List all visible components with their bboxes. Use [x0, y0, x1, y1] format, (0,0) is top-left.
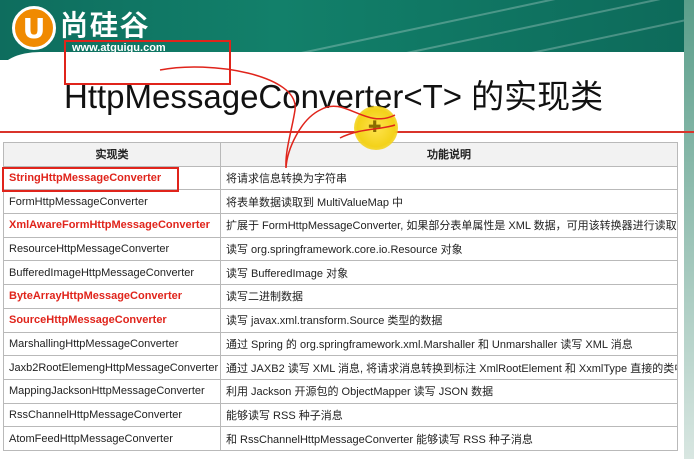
table-row: AtomFeedHttpMessageConverter 和 RssChannel… — [3, 426, 678, 451]
table-row: BufferedImageHttpMessageConverter 读写 Buff… — [3, 260, 678, 286]
converter-description-cell: 利用 Jackson 开源包的 ObjectMapper 读写 JSON 数据 — [220, 378, 678, 404]
logo-name: 尚硅谷 — [60, 9, 151, 42]
converter-class-cell: RssChannelHttpMessageConverter — [3, 402, 221, 428]
logo-url: www.atguigu.com — [72, 42, 166, 54]
table-row: SourceHttpMessageConverter 读写 javax.xml.t… — [3, 307, 678, 333]
converter-class-cell: XmlAwareFormHttpMessageConverter — [3, 213, 221, 238]
cursor-highlight-icon: ✚ — [354, 106, 398, 150]
converter-description-cell: 读写 org.springframework.core.io.Resource … — [220, 236, 678, 262]
converter-class-cell: BufferedImageHttpMessageConverter — [3, 260, 221, 286]
crosshair-icon: ✚ — [368, 117, 382, 136]
table-row: ResourceHttpMessageConverter 读写 org.sprin… — [3, 236, 678, 262]
column-header: 实现类 — [3, 142, 221, 167]
converter-description-cell: 能够读写 RSS 种子消息 — [220, 402, 678, 428]
converter-class-cell: FormHttpMessageConverter — [3, 189, 221, 215]
table-header-row: 实现类 功能说明 — [3, 142, 678, 167]
converter-description-cell: 和 RssChannelHttpMessageConverter 能够读写 RS… — [220, 426, 678, 451]
converter-class-cell: ByteArrayHttpMessageConverter — [3, 284, 221, 309]
converter-description-cell: 读写二进制数据 — [220, 284, 678, 309]
converter-description-cell: 通过 Spring 的 org.springframework.xml.Mars… — [220, 331, 678, 357]
converter-class-cell: AtomFeedHttpMessageConverter — [3, 426, 221, 451]
logo-icon: U — [12, 6, 56, 50]
table-body: StringHttpMessageConverter 将请求信息转换为字符串 For… — [3, 165, 678, 451]
red-divider — [0, 131, 694, 133]
table-row: MarshallingHttpMessageConverter 通过 Spring… — [3, 331, 678, 357]
converter-table: 实现类 功能说明 StringHttpMessageConverter 将请求信息… — [3, 142, 678, 451]
converter-class-cell: SourceHttpMessageConverter — [3, 307, 221, 333]
table-row: MappingJacksonHttpMessageConverter 利用 Jac… — [3, 378, 678, 404]
converter-class-cell: Jaxb2RootElemengHttpMessageConverter — [3, 355, 221, 380]
column-header: 功能说明 — [220, 142, 678, 167]
table-row: StringHttpMessageConverter 将请求信息转换为字符串 — [3, 165, 678, 191]
converter-class-cell: MarshallingHttpMessageConverter — [3, 331, 221, 357]
converter-description-cell: 读写 javax.xml.transform.Source 类型的数据 — [220, 307, 678, 333]
converter-description-cell: 将请求信息转换为字符串 — [220, 165, 678, 191]
converter-description-cell: 读写 BufferedImage 对象 — [220, 260, 678, 286]
window-edge — [684, 0, 694, 459]
logo-letter: U — [22, 12, 46, 45]
table-row: XmlAwareFormHttpMessageConverter 扩展于 Form… — [3, 213, 678, 238]
slide-title: HttpMessageConverter<T> 的实现类 — [64, 78, 604, 115]
converter-class-cell: StringHttpMessageConverter — [3, 165, 221, 191]
banner-stripe — [254, 0, 694, 60]
table-row: RssChannelHttpMessageConverter 能够读写 RSS 种… — [3, 402, 678, 428]
table-row: Jaxb2RootElemengHttpMessageConverter 通过 J… — [3, 355, 678, 380]
converter-description-cell: 将表单数据读取到 MultiValueMap 中 — [220, 189, 678, 215]
converter-description-cell: 通过 JAXB2 读写 XML 消息, 将请求消息转换到标注 XmlRootEl… — [220, 355, 678, 380]
table-row: ByteArrayHttpMessageConverter 读写二进制数据 — [3, 284, 678, 309]
converter-class-cell: MappingJacksonHttpMessageConverter — [3, 378, 221, 404]
converter-description-cell: 扩展于 FormHttpMessageConverter, 如果部分表单属性是 … — [220, 213, 678, 238]
converter-class-cell: ResourceHttpMessageConverter — [3, 236, 221, 262]
table-row: FormHttpMessageConverter 将表单数据读取到 MultiVa… — [3, 189, 678, 215]
